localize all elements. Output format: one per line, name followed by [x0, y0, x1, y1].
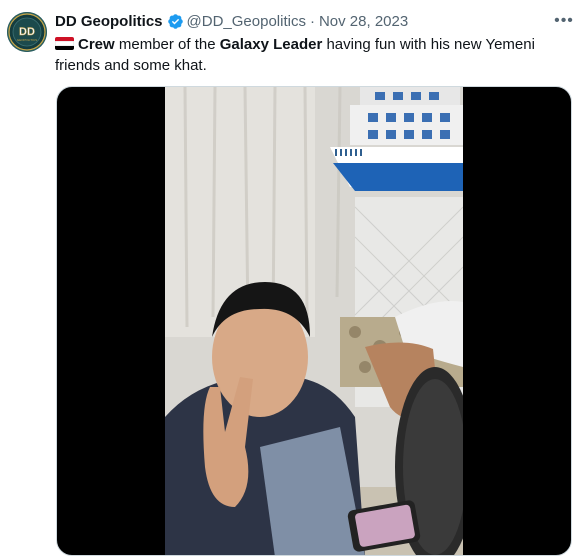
tweet-card[interactable]: DD GEOPOLITICS DD Geopolitics @DD_Geopol…	[0, 0, 587, 556]
yemen-flag-icon	[55, 37, 74, 50]
author-display-name[interactable]: DD Geopolitics	[55, 13, 163, 30]
avatar-logo-icon: DD GEOPOLITICS	[8, 13, 46, 51]
tweet-date[interactable]: Nov 28, 2023	[319, 13, 408, 30]
video-frame	[165, 87, 463, 555]
video-player[interactable]	[56, 86, 572, 556]
tweet-header: DD Geopolitics @DD_Geopolitics · Nov 28,…	[55, 12, 408, 30]
verified-badge-icon	[167, 13, 184, 30]
more-options-button[interactable]: •••	[553, 10, 575, 32]
avatar[interactable]: DD GEOPOLITICS	[7, 12, 47, 52]
tweet-bold-ship: Galaxy Leader	[219, 36, 323, 53]
author-handle[interactable]: @DD_Geopolitics	[187, 13, 306, 30]
separator-dot: ·	[309, 12, 315, 30]
svg-text:DD: DD	[19, 26, 35, 38]
tweet-text: Crew member of the Galaxy Leader having …	[55, 34, 555, 76]
more-icon: •••	[554, 12, 574, 29]
tweet-bold-crew: Crew	[78, 36, 115, 53]
svg-text:GEOPOLITICS: GEOPOLITICS	[17, 38, 37, 42]
tweet-text-part1: member of the	[114, 36, 220, 53]
video-still-image	[165, 87, 463, 555]
